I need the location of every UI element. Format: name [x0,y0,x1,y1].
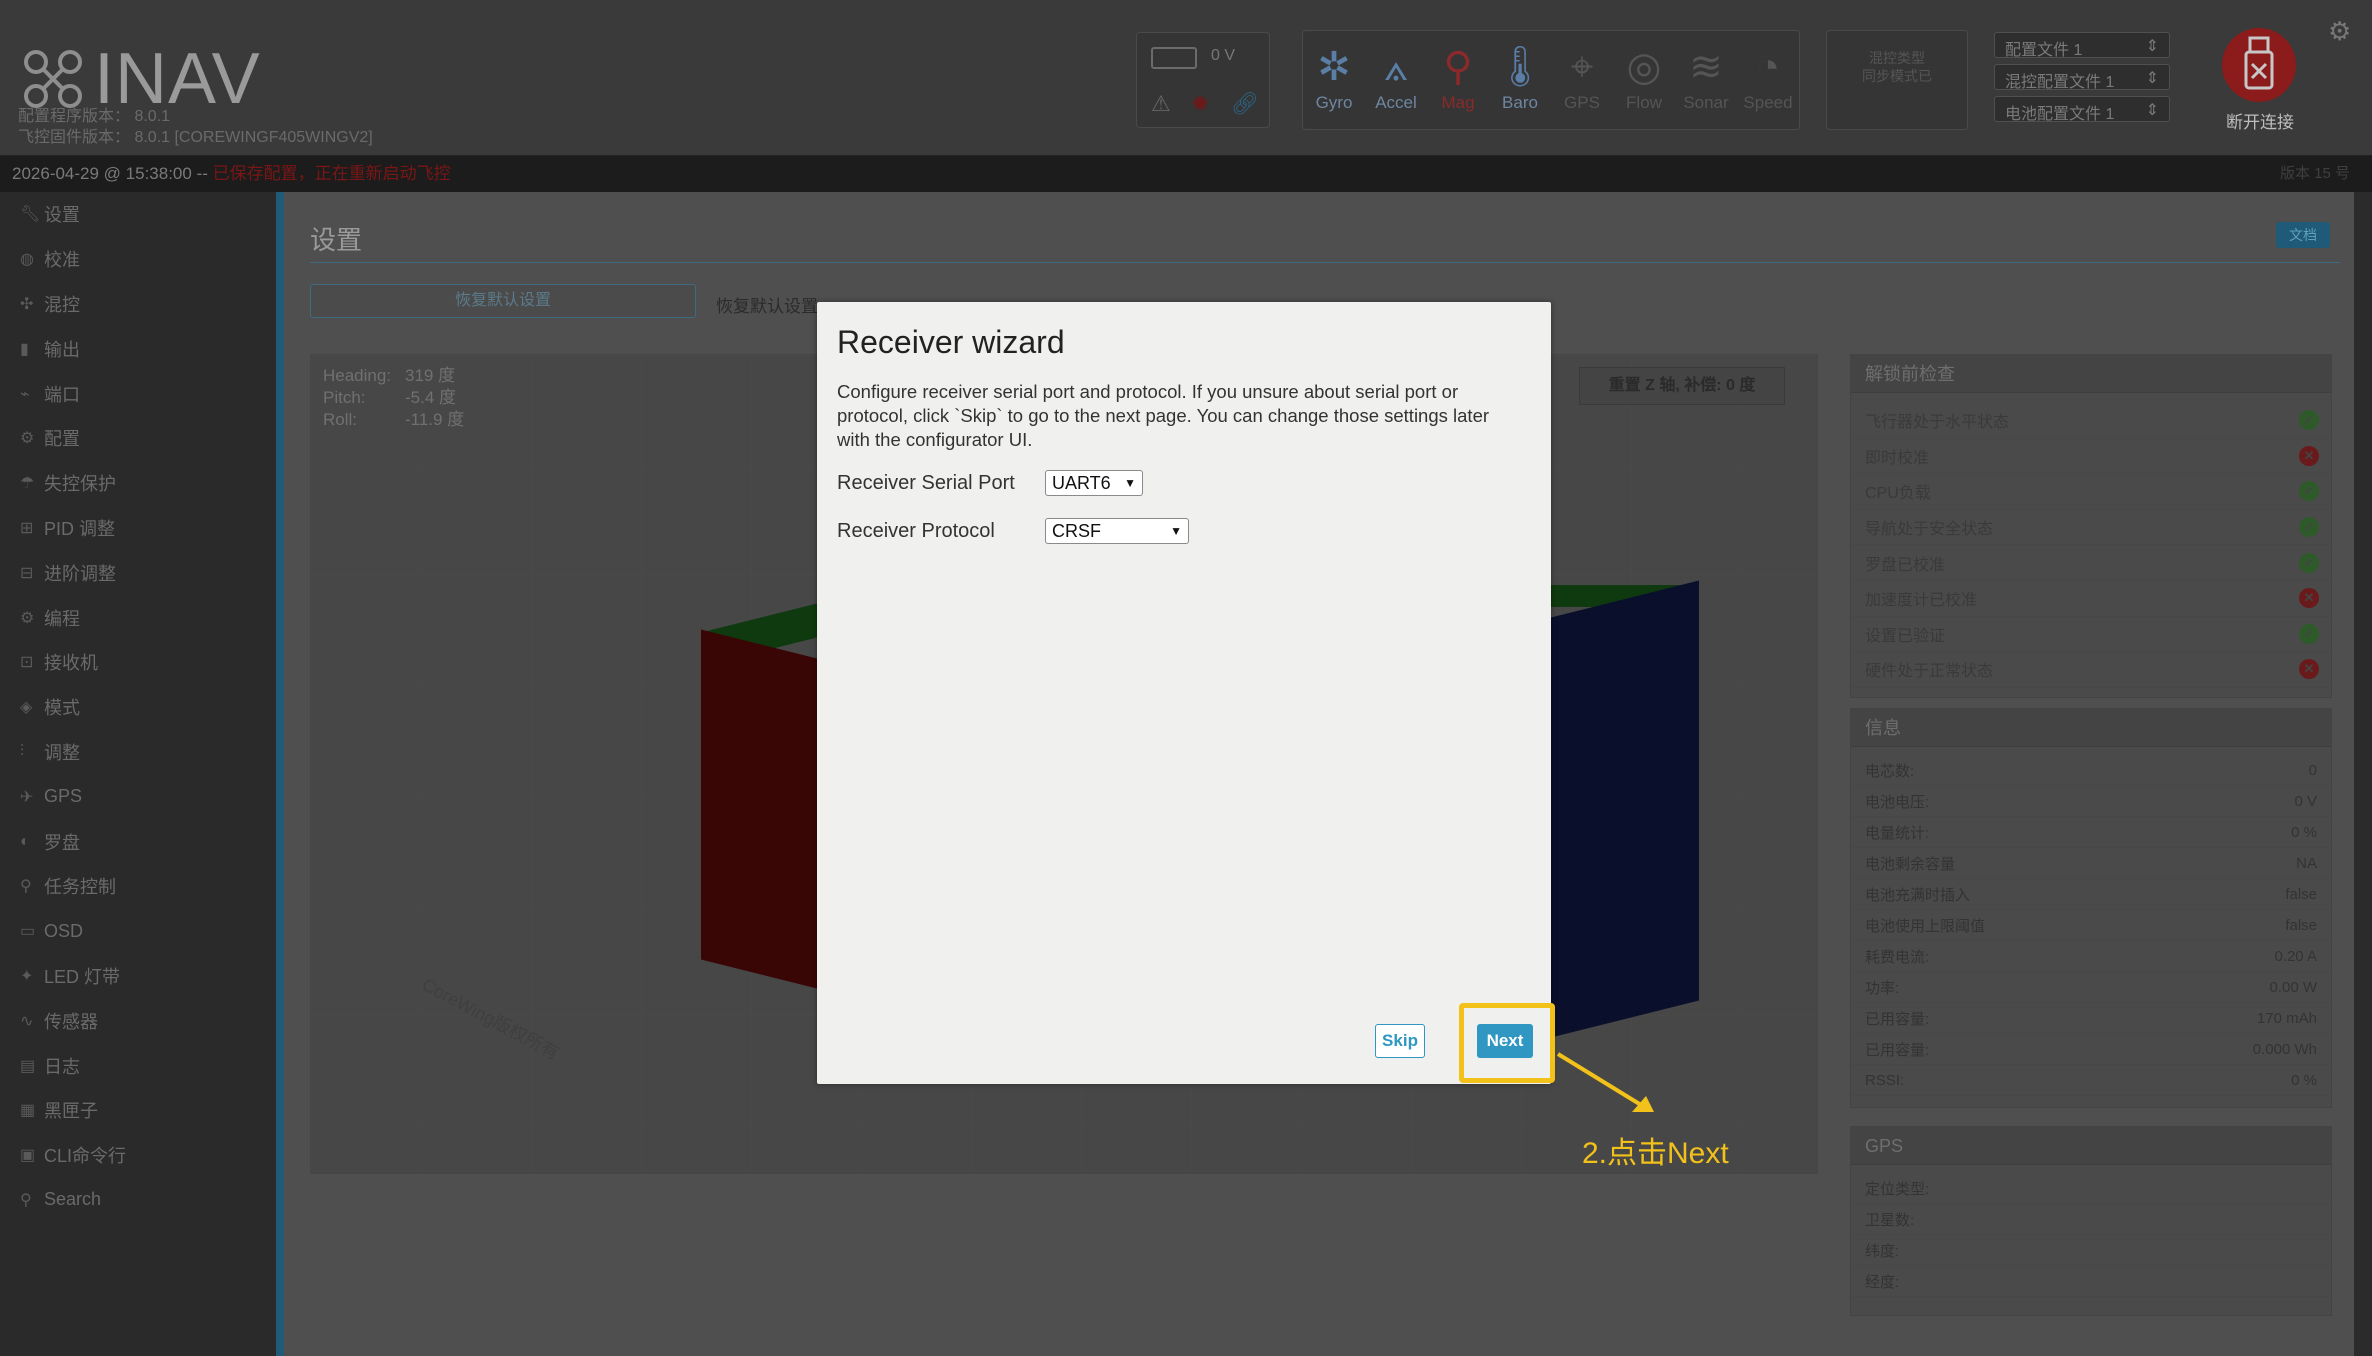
annotation-arrow-icon [1556,1052,1654,1112]
chevron-down-icon: ▼ [1170,524,1182,538]
wizard-description: Configure receiver serial port and proto… [837,381,1490,450]
chevron-down-icon: ▼ [1124,476,1136,490]
serial-port-select[interactable]: UART6 ▼ [1045,470,1143,496]
receiver-wizard-dialog: Receiver wizard Configure receiver seria… [817,302,1551,1084]
serial-port-label: Receiver Serial Port [837,471,1015,494]
serial-port-row: Receiver Serial Port UART6 ▼ [837,470,1143,496]
protocol-row: Receiver Protocol CRSF ▼ [837,518,1189,544]
wizard-title: Receiver wizard [837,324,1065,360]
annotation-text: 2.点击Next [1582,1137,1729,1170]
protocol-label: Receiver Protocol [837,519,995,542]
highlight-box [1459,1003,1555,1083]
protocol-select[interactable]: CRSF ▼ [1045,518,1189,544]
skip-button[interactable]: Skip [1375,1024,1425,1058]
